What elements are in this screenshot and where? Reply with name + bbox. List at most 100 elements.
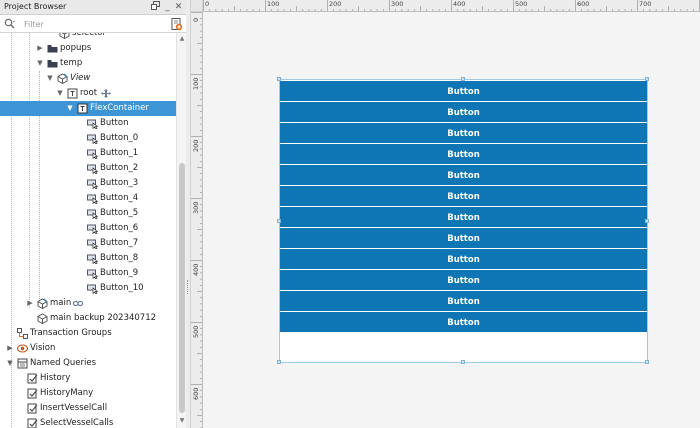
tree-item-temp[interactable]: ▼ temp <box>0 56 176 71</box>
view-icon <box>37 298 48 310</box>
ruler-label: 300 <box>391 0 404 8</box>
link-badge-icon <box>72 299 84 308</box>
tree-item-root[interactable]: ▼ root <box>0 86 176 101</box>
tree-item-popups[interactable]: ▶ popups <box>0 41 176 56</box>
ruler-label: 600 <box>192 387 200 400</box>
resize-handle-ne[interactable] <box>645 77 649 81</box>
container-icon <box>77 103 88 114</box>
tree-item-button-5[interactable]: Button_5 <box>0 206 176 221</box>
tree-item-vision[interactable]: ▶ Vision <box>0 341 176 356</box>
ruler-corner <box>191 0 203 12</box>
flex-button[interactable]: Button <box>280 144 647 164</box>
collapse-arrow-icon[interactable]: ▼ <box>6 359 14 368</box>
resize-handle-nw[interactable] <box>277 77 281 81</box>
tree-item-named-queries[interactable]: ▼ Named Queries <box>0 356 176 371</box>
flex-button[interactable]: Button <box>280 123 647 143</box>
flex-button[interactable]: Button <box>280 165 647 185</box>
tree-item-label: main <box>50 298 72 308</box>
resize-handle-w[interactable] <box>277 219 281 223</box>
expand-arrow-icon[interactable]: ▶ <box>36 44 44 53</box>
move-badge-icon <box>101 89 111 98</box>
collapse-arrow-icon[interactable]: ▼ <box>56 89 64 98</box>
ruler-label: 500 <box>192 325 200 338</box>
tree-item-button-3[interactable]: Button_3 <box>0 176 176 191</box>
query-icon <box>27 403 38 414</box>
named-queries-icon <box>17 358 28 369</box>
tree-item-label: Button_2 <box>100 163 139 173</box>
tree-item-label: FlexContainer <box>90 103 149 113</box>
minimize-panel-icon[interactable]: _ <box>162 1 173 13</box>
scroll-down-icon[interactable]: ▼ <box>178 417 186 425</box>
tree-item-history[interactable]: History <box>0 371 176 386</box>
tree-item-insertvesselcall[interactable]: InsertVesselCall <box>0 401 176 416</box>
tree-item-button-7[interactable]: Button_7 <box>0 236 176 251</box>
collapse-arrow-icon[interactable]: ▼ <box>46 74 54 83</box>
resize-handle-sw[interactable] <box>277 360 281 364</box>
transaction-groups-icon <box>17 328 28 339</box>
tree-item-button-9[interactable]: Button_9 <box>0 266 176 281</box>
flex-button[interactable]: Button <box>280 312 647 332</box>
filter-input[interactable] <box>22 17 162 31</box>
flex-button[interactable]: Button <box>280 228 647 248</box>
flex-button[interactable]: Button <box>280 249 647 269</box>
ruler-label: 700 <box>639 0 652 8</box>
tree-item-label: Button <box>100 118 129 128</box>
tree-item-button-1[interactable]: Button_1 <box>0 146 176 161</box>
resize-handle-s[interactable] <box>461 360 465 364</box>
flex-button[interactable]: Button <box>280 102 647 122</box>
collapse-arrow-icon[interactable]: ▼ <box>66 104 74 113</box>
tree-item-view[interactable]: ▼ View <box>0 71 176 86</box>
tree-item-button-6[interactable]: Button_6 <box>0 221 176 236</box>
tree-item-button-4[interactable]: Button_4 <box>0 191 176 206</box>
tree-scrollbar[interactable]: ▲ ▼ <box>176 33 186 428</box>
button-icon <box>87 163 99 175</box>
tree-item-transaction-groups[interactable]: Transaction Groups <box>0 326 176 341</box>
tree-item-label: Named Queries <box>30 358 96 368</box>
button-icon <box>87 253 99 265</box>
add-resource-icon[interactable] <box>169 17 183 31</box>
close-panel-icon[interactable]: ✕ <box>173 1 184 13</box>
flex-button[interactable]: Button <box>280 81 647 101</box>
tree-item-label: Button_5 <box>100 208 139 218</box>
design-canvas[interactable]: Button Button Button Button Button Butto… <box>203 12 700 428</box>
tree-item-label: SelectVesselCalls <box>40 418 114 428</box>
view-icon <box>37 313 48 325</box>
tree-item-historymany[interactable]: HistoryMany <box>0 386 176 401</box>
tree-item-selector[interactable]: selector <box>0 33 176 41</box>
expand-arrow-icon[interactable]: ▶ <box>26 299 34 308</box>
tree-item-button-2[interactable]: Button_2 <box>0 161 176 176</box>
tree-item-selectvesselcalls[interactable]: SelectVesselCalls <box>0 416 176 428</box>
tree-item-label: Button_7 <box>100 238 139 248</box>
query-icon <box>27 388 38 399</box>
tree-item-label: Button_4 <box>100 193 139 203</box>
splitter-grip[interactable] <box>187 280 189 294</box>
collapse-arrow-icon[interactable]: ▼ <box>36 59 44 68</box>
tree-item-button[interactable]: Button <box>0 116 176 131</box>
flex-button[interactable]: Button <box>280 270 647 290</box>
flex-container[interactable]: Button Button Button Button Button Butto… <box>279 79 648 363</box>
float-panel-icon[interactable] <box>150 1 161 13</box>
scroll-up-icon[interactable]: ▲ <box>178 35 186 43</box>
flex-button[interactable]: Button <box>280 207 647 227</box>
ruler-label: 100 <box>267 0 280 8</box>
expand-arrow-icon[interactable]: ▶ <box>6 344 14 353</box>
resize-handle-n[interactable] <box>461 77 465 81</box>
tree-item-label: View <box>70 73 91 83</box>
project-browser-title: Project Browser <box>4 2 67 11</box>
tree-item-label: Button_9 <box>100 268 139 278</box>
tree-item-label: Button_3 <box>100 178 139 188</box>
tree-item-label: Button_8 <box>100 253 139 263</box>
tree-scrollbar-thumb[interactable] <box>179 163 185 413</box>
tree-item-button-10[interactable]: Button_10 <box>0 281 176 296</box>
tree-item-flexcontainer[interactable]: ▼ FlexContainer <box>0 101 176 116</box>
project-tree: selector ▶ popups ▼ temp ▼ View ▼ root ▼… <box>0 33 176 428</box>
tree-item-main-backup[interactable]: main backup 202340712 <box>0 311 176 326</box>
tree-item-main[interactable]: ▶ main <box>0 296 176 311</box>
tree-item-button-0[interactable]: Button_0 <box>0 131 176 146</box>
flex-button[interactable]: Button <box>280 291 647 311</box>
ruler-label: 200 <box>329 0 342 8</box>
flex-button[interactable]: Button <box>280 186 647 206</box>
tree-item-button-8[interactable]: Button_8 <box>0 251 176 266</box>
resize-handle-e[interactable] <box>645 219 649 223</box>
resize-handle-se[interactable] <box>645 360 649 364</box>
